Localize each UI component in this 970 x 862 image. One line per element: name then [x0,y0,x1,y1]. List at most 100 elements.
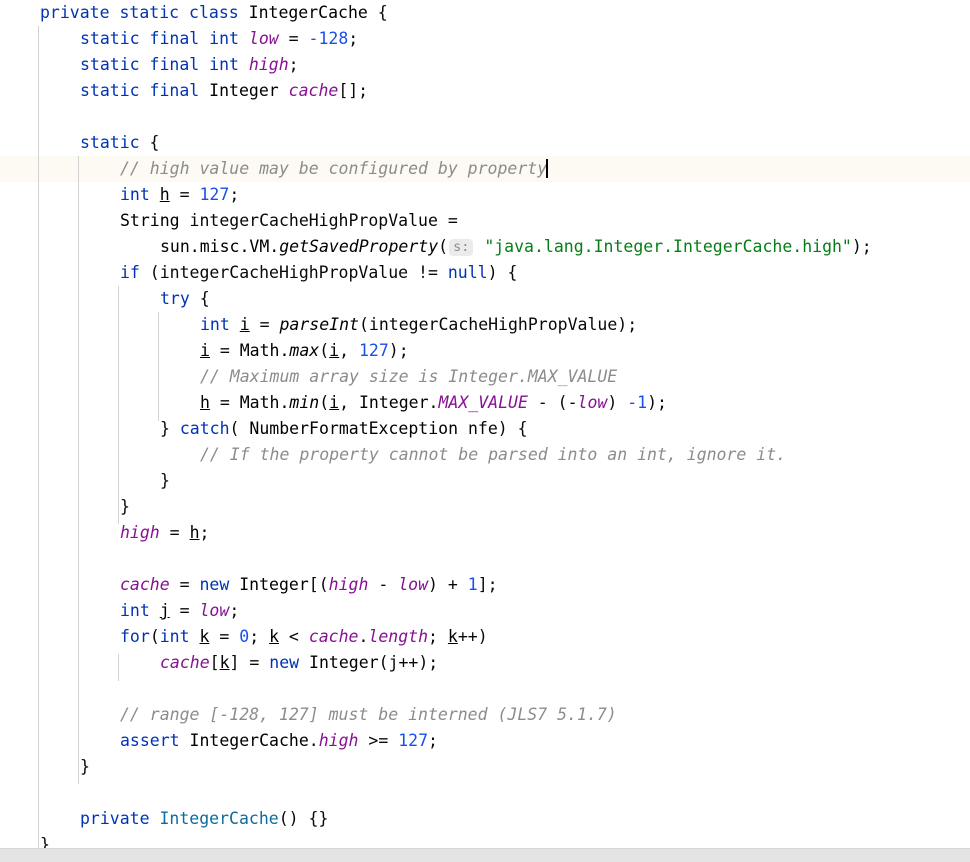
code-token: ; [428,731,438,750]
code-line[interactable]: private static class IntegerCache { [0,0,970,26]
code-line[interactable] [0,104,970,130]
code-token: static [80,81,140,100]
code-token: parseInt [279,315,359,334]
code-token: , [339,393,359,412]
code-token: int [120,185,150,204]
code-line[interactable]: high = h; [0,520,970,546]
code-line[interactable]: private IntegerCache() {} [0,806,970,832]
code-token: high [248,55,289,74]
code-line[interactable]: sun.misc.VM.getSavedProperty(s: "java.la… [0,234,970,260]
code-line[interactable]: int j = low; [0,598,970,624]
code-token: int [120,601,150,620]
code-token: min [289,393,320,412]
code-token: Integer [209,81,279,100]
code-token: 127 [398,731,429,750]
horizontal-scrollbar[interactable] [0,848,970,862]
code-line[interactable]: String integerCacheHighPropValue = [0,208,970,234]
code-line[interactable]: cache = new Integer[(high - low) + 1]; [0,572,970,598]
code-token: low [248,29,279,48]
code-line[interactable]: } [0,494,970,520]
code-line[interactable]: // If the property cannot be parsed into… [0,442,970,468]
code-line[interactable] [0,676,970,702]
code-line[interactable] [0,546,970,572]
code-token: = [209,393,240,412]
code-token: cache [288,81,339,100]
code-line[interactable]: for(int k = 0; k < cache.length; k++) [0,624,970,650]
code-token: h [159,185,170,204]
code-token: = [209,627,240,646]
code-token: nfe) { [458,419,528,438]
code-line[interactable]: cache[k] = new Integer(j++); [0,650,970,676]
code-token: // If the property cannot be parsed into… [200,445,787,464]
parameter-hint: s: [449,239,474,256]
code-token: ) { [487,263,518,282]
code-line[interactable]: } catch( NumberFormatException nfe) { [0,416,970,442]
text-caret [546,159,549,178]
code-line[interactable]: int h = 127; [0,182,970,208]
code-line[interactable]: // Maximum array size is Integer.MAX_VAL… [0,364,970,390]
code-token: getSavedProperty [279,237,439,256]
code-line[interactable]: assert IntegerCache.high >= 127; [0,728,970,754]
code-line[interactable]: static final int low = -128; [0,26,970,52]
code-token: - [368,575,399,594]
code-token: int [200,315,230,334]
code-line[interactable]: if (integerCacheHighPropValue != null) { [0,260,970,286]
code-token: < [279,627,309,646]
code-token: = [169,185,200,204]
code-token: private [80,809,150,828]
code-token: IntegerCache [248,3,368,22]
code-line[interactable]: // high value may be configured by prope… [0,156,970,182]
code-token: sun.misc.VM. [160,237,280,256]
code-token: "java.lang.Integer.IntegerCache.high" [484,237,852,256]
code-token: low [577,393,608,412]
code-line[interactable]: } [0,468,970,494]
code-token: ; [229,185,240,204]
code-line[interactable]: i = Math.max(i, 127); [0,338,970,364]
code-token: i [200,341,210,360]
code-token: // Maximum array size is Integer.MAX_VAL… [200,367,618,386]
code-line[interactable]: } [0,754,970,780]
code-token: static [80,55,140,74]
code-line[interactable]: int i = parseInt(integerCacheHighPropVal… [0,312,970,338]
horizontal-scrollbar-thumb[interactable] [0,851,760,861]
code-token: cache [308,627,359,646]
code-token: high [120,523,160,542]
code-token: . [308,731,319,750]
code-line[interactable]: h = Math.min(i, Integer.MAX_VALUE - (-lo… [0,390,970,416]
code-content[interactable]: private static class IntegerCache {stati… [0,0,970,862]
code-token: int [209,29,239,48]
code-token: k [447,627,458,646]
code-token: () {} [278,809,329,828]
code-token: final [149,81,200,100]
code-token: -1 [627,393,648,412]
code-line[interactable]: static { [0,130,970,156]
code-token: low [199,601,230,620]
code-token: ]; [477,575,498,594]
code-token: IntegerCache [189,731,309,750]
code-token: } [120,497,130,516]
code-token: ; [348,29,359,48]
code-token: cache [160,653,210,672]
code-line[interactable]: try { [0,286,970,312]
code-token: 127 [358,341,389,360]
code-token: new [269,653,300,672]
code-line[interactable]: static final Integer cache[]; [0,78,970,104]
code-token: -128 [308,29,349,48]
code-token: 1 [467,575,478,594]
code-token: h [200,393,210,412]
code-editor[interactable]: private static class IntegerCache {stati… [0,0,970,862]
code-line[interactable] [0,780,970,806]
code-token: Integer [239,575,309,594]
code-token: length [368,627,429,646]
code-token: Integer [309,653,379,672]
code-token: = [249,315,280,334]
code-token: (integerCacheHighPropValue != [139,263,448,282]
code-line[interactable]: // range [-128, 127] must be interned (J… [0,702,970,728]
code-line[interactable]: static final int high; [0,52,970,78]
